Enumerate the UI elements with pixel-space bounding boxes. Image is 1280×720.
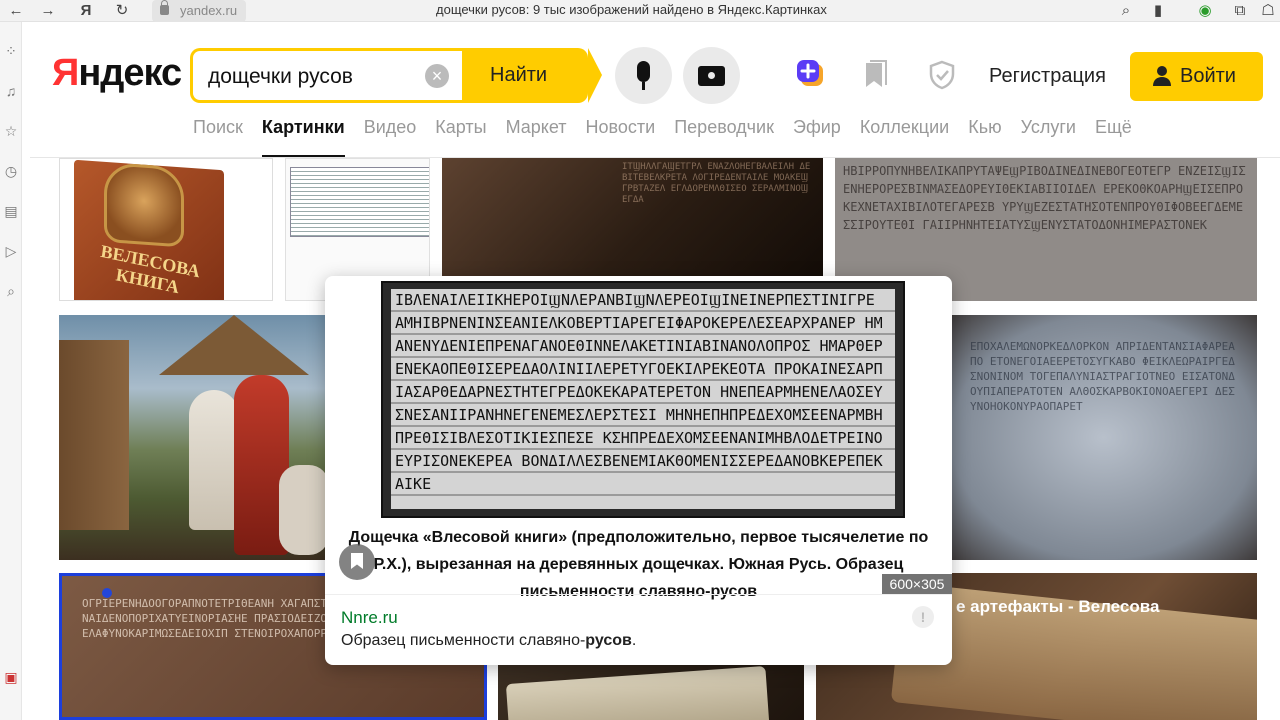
tab-1[interactable]: Картинки — [261, 117, 345, 158]
tab-8[interactable]: Коллекции — [860, 117, 949, 157]
book-cover: ВЕЛЕСОВА КНИГА — [74, 159, 224, 300]
search-box[interactable]: дощечки русов × — [190, 48, 464, 103]
collections-bookmark-icon[interactable] — [860, 60, 890, 90]
play-icon[interactable]: ▷ — [2, 242, 20, 260]
browser-toolbar: ← → Я ↻ yandex.ru дощечки русов: 9 тыс и… — [0, 0, 1280, 22]
image-search-icon[interactable]: ⌕ — [2, 282, 20, 300]
image-tile-dark-tablet[interactable]: ΙΤϢΗΛΛΓΑϢΕΤΓΡΛ ΕΝΑΖΛΟΗΕΓΒΑΛΕΙΛΗ ΔΕΒΙΤΕΒΕ… — [442, 158, 823, 277]
info-icon[interactable]: ! — [912, 606, 934, 628]
tablet-inscription-image: ΙΤϢΗΛΛΓΑϢΕΤΓΡΛ ΕΝΑΖΛΟΗΕΓΒΑΛΕΙΛΗ ΔΕΒΙΤΕΒΕ… — [622, 162, 811, 205]
history-icon[interactable]: ◷ — [2, 162, 20, 180]
tab-10[interactable]: Услуги — [1021, 117, 1076, 157]
tab-5[interactable]: Новости — [586, 117, 656, 157]
login-button[interactable]: Войти — [1130, 52, 1263, 101]
profile-icon[interactable]: ☖ — [1258, 1, 1278, 21]
tab-9[interactable]: Кью — [968, 117, 1001, 157]
service-tabs: Поиск Картинки Видео Карты Маркет Новости Пере… — [193, 117, 1151, 158]
tab-6[interactable]: Переводчик — [674, 117, 774, 157]
tab-11[interactable]: Ещё — [1095, 117, 1132, 157]
collections-icon[interactable]: ▤ — [2, 202, 20, 220]
logo-rest: ндекс — [78, 52, 182, 94]
address-text: yandex.ru — [180, 3, 238, 18]
bell-icon[interactable]: ♫ — [2, 82, 20, 100]
person-icon — [1153, 66, 1171, 86]
plus-app-icon[interactable] — [795, 58, 825, 88]
clear-icon[interactable]: × — [425, 64, 449, 88]
book-face-image — [104, 161, 184, 248]
yandex-browser-icon[interactable]: Я — [76, 1, 96, 21]
tab-7[interactable]: Эфир — [793, 117, 841, 157]
tab-2[interactable]: Видео — [364, 117, 417, 157]
tab-3[interactable]: Карты — [435, 117, 486, 157]
preview-image[interactable]: ΙΒΛΕΝΑΙΛΕΙΙΚΗΕΡΟΙϢΝΛΕΡΑΝΒΙϢΝΛΕΡΕΟΙϢΙΝΕΙΝ… — [381, 281, 905, 518]
image-tile-small-tablet[interactable] — [498, 665, 804, 720]
tab-0[interactable]: Поиск — [193, 117, 243, 157]
microphone-icon — [637, 61, 650, 82]
painting-figure-sitting — [279, 465, 329, 555]
image-tile-book[interactable]: ВЕЛЕСОВА КНИГА — [59, 158, 273, 301]
protect-icon[interactable]: ◉ — [1195, 1, 1215, 21]
preview-divider — [325, 594, 952, 595]
tablet-slab-image — [505, 666, 771, 720]
tab-4[interactable]: Маркет — [506, 117, 567, 157]
tablet-inscription-image: ΕΠΟΧΑΛΕΜΩΝΟΡΚΕΔΛΟΡΚΟΝ ΑΠΡΙΔΕΝΤΑΝΣΙΑΦΑΡΕΑ… — [970, 340, 1235, 413]
image-preview-popup[interactable]: ΙΒΛΕΝΑΙΛΕΙΙΚΗΕΡΟΙϢΝΛΕΡΑΝΒΙϢΝΛΕΡΕΟΙϢΙΝΕΙΝ… — [325, 276, 952, 665]
source-description-end: . — [631, 632, 637, 649]
microphone-stem — [642, 82, 645, 90]
browser-sidebar: ⁘ ♫ ☆ ◷ ▤ ▷ ⌕ ▣ — [0, 22, 22, 720]
reload-icon[interactable]: ↻ — [112, 1, 132, 21]
document-table-image — [290, 167, 429, 237]
image-search-button[interactable] — [683, 47, 740, 104]
lock-icon — [160, 0, 169, 15]
logo-letter: Я — [52, 52, 79, 94]
extensions-icon[interactable]: ⧉ — [1230, 1, 1250, 21]
page-title: дощечки русов: 9 тыс изображений найдено… — [436, 2, 827, 17]
source-description[interactable]: Образец письменности славяно-русов. — [341, 632, 636, 650]
painting-house — [59, 340, 129, 530]
bookmark-icon[interactable]: ▮ — [1148, 1, 1168, 21]
address-bar[interactable]: yandex.ru — [152, 0, 246, 22]
tablet-inscription-image: ΗΒΙΡΡΟΠΥΝΗΒΕΛΙΚΑΠΡΥΤΑΨΕϢΡΙΒΟΔΙΝΕΔΙΝΕΒΟΓΕ… — [843, 164, 1246, 232]
back-arrow-icon[interactable]: ← — [6, 1, 26, 21]
forward-arrow-icon[interactable]: → — [38, 1, 58, 21]
source-description-text: Образец письменности славяно- — [341, 632, 586, 649]
preview-caption: Дощечка «Влесовой книги» (предположитель… — [348, 529, 929, 600]
painting-figure-white — [189, 390, 239, 530]
voice-search-button[interactable] — [615, 47, 672, 104]
save-bookmark-icon[interactable] — [339, 544, 375, 580]
search-page-icon[interactable]: ⌕ — [1116, 1, 1136, 21]
painting-roof — [159, 315, 309, 375]
search-input[interactable]: дощечки русов — [208, 65, 353, 89]
star-icon[interactable]: ☆ — [2, 122, 20, 140]
register-link[interactable]: Регистрация — [989, 65, 1106, 88]
source-domain-link[interactable]: Nnre.ru — [341, 608, 398, 628]
yandex-logo[interactable]: Яндекс — [52, 52, 182, 95]
image-size-badge: 600×305 — [882, 574, 952, 594]
image-tile-painting[interactable] — [59, 315, 329, 560]
image-tile-stone-tablet[interactable]: ΕΠΟΧΑΛΕΜΩΝΟΡΚΕΔΛΟΡΚΟΝ ΑΠΡΙΔΕΝΤΑΝΣΙΑΦΑΡΕΑ… — [950, 315, 1257, 560]
preview-inscription-image: ΙΒΛΕΝΑΙΛΕΙΙΚΗΕΡΟΙϢΝΛΕΡΑΝΒΙϢΝΛΕΡΕΟΙϢΙΝΕΙΝ… — [391, 289, 895, 509]
book-title: ВЕЛЕСОВА КНИГА — [99, 240, 202, 298]
tile-title-overlay: е артефакты - Велесова — [956, 597, 1160, 616]
shield-icon[interactable] — [927, 60, 957, 90]
login-label: Войти — [1180, 65, 1236, 87]
camera-lens — [705, 69, 718, 82]
grid-icon[interactable]: ⁘ — [2, 42, 20, 60]
source-description-highlight: русов — [585, 632, 632, 649]
apps-icon[interactable]: ▣ — [2, 668, 20, 686]
search-button[interactable]: Найти — [462, 48, 602, 103]
